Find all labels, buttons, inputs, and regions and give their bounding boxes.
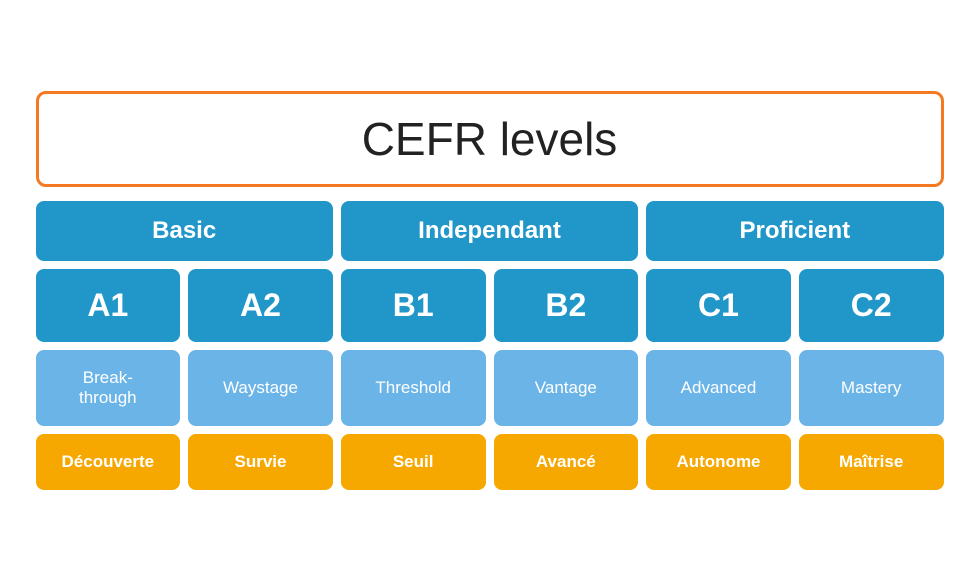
french-decouverte: Découverte	[36, 434, 181, 490]
name-breakthrough: Break- through	[36, 350, 181, 426]
level-a1: A1	[36, 269, 181, 342]
level-b2: B2	[494, 269, 639, 342]
french-seuil: Seuil	[341, 434, 486, 490]
name-mastery: Mastery	[799, 350, 944, 426]
page-title: CEFR levels	[39, 112, 941, 166]
name-waystage: Waystage	[188, 350, 333, 426]
title-box: CEFR levels	[36, 91, 944, 187]
group-header-proficient: Proficient	[646, 201, 943, 261]
group-header-basic: Basic	[36, 201, 333, 261]
level-b1: B1	[341, 269, 486, 342]
level-a2: A2	[188, 269, 333, 342]
level-c2: C2	[799, 269, 944, 342]
level-c1: C1	[646, 269, 791, 342]
name-vantage: Vantage	[494, 350, 639, 426]
name-advanced: Advanced	[646, 350, 791, 426]
cefr-grid: Basic Independant Proficient A1 A2 B1 B2…	[36, 201, 944, 490]
french-maitrise: Maîtrise	[799, 434, 944, 490]
group-header-independant: Independant	[341, 201, 638, 261]
french-survie: Survie	[188, 434, 333, 490]
name-threshold: Threshold	[341, 350, 486, 426]
french-avance: Avancé	[494, 434, 639, 490]
french-autonome: Autonome	[646, 434, 791, 490]
cefr-container: CEFR levels Basic Independant Proficient…	[20, 75, 960, 506]
